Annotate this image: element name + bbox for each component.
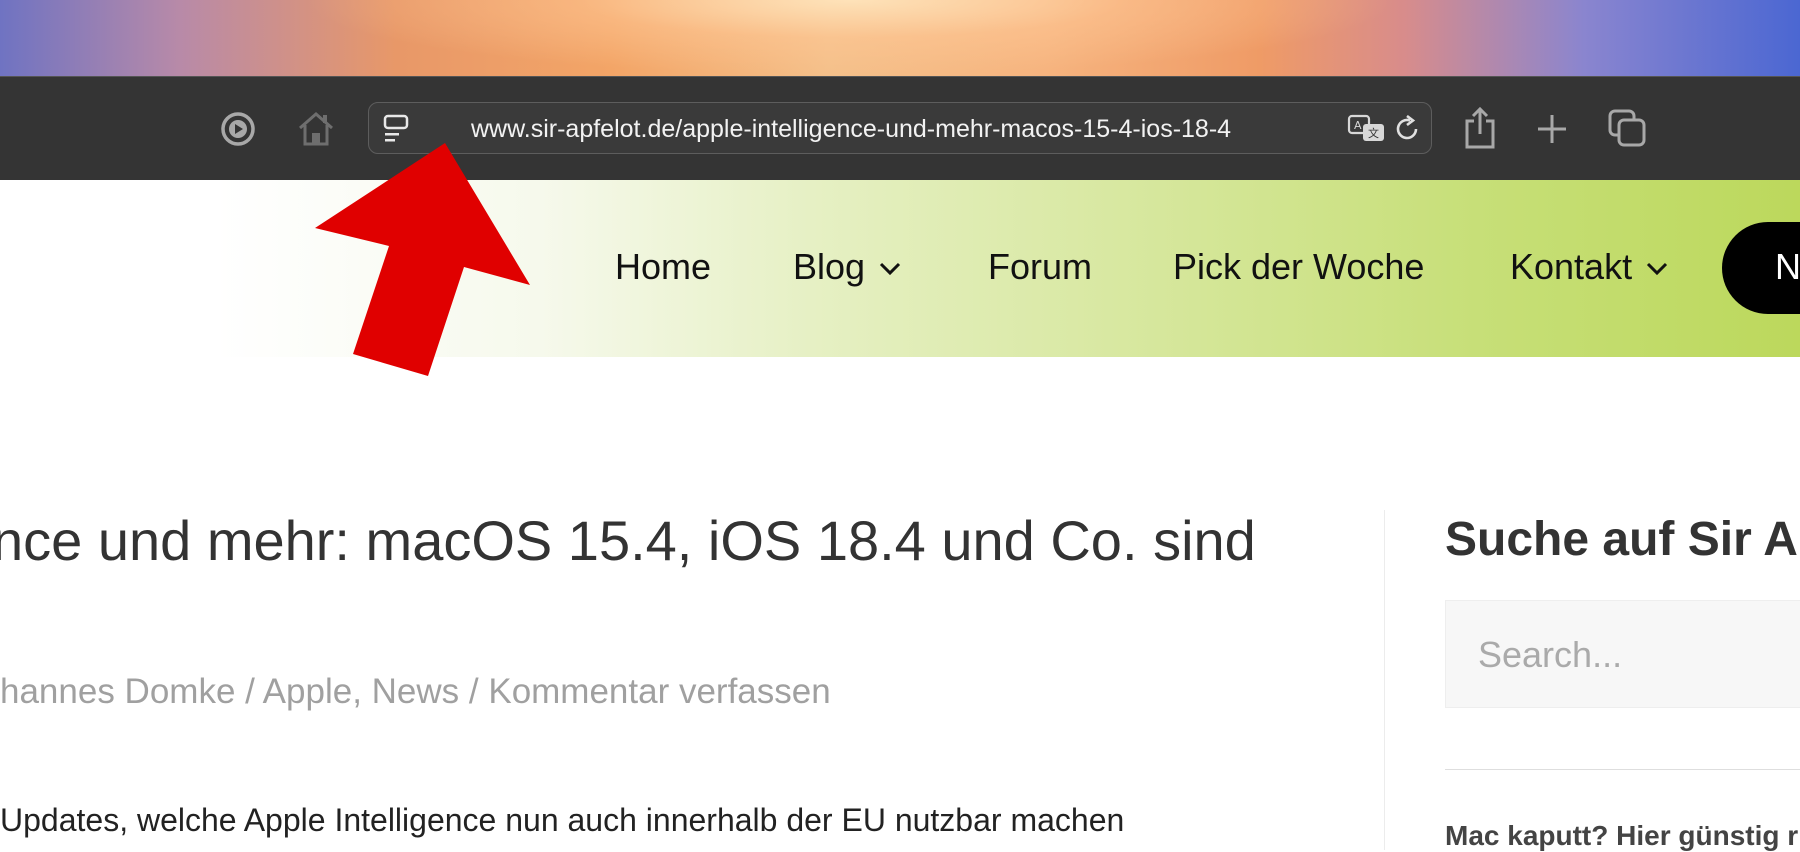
url-text: www.sir-apfelot.de/apple-intelligence-un… bbox=[471, 115, 1232, 143]
reload-icon[interactable] bbox=[1391, 113, 1423, 145]
nav-blog-label: Blog bbox=[793, 246, 866, 287]
reader-icon[interactable] bbox=[381, 113, 411, 143]
tabs-overview-icon[interactable] bbox=[1606, 107, 1648, 149]
category-links[interactable]: Apple, News bbox=[263, 672, 459, 711]
chevron-down-icon bbox=[880, 263, 901, 276]
nav-forum[interactable]: Forum bbox=[988, 246, 1092, 288]
share-icon[interactable] bbox=[1460, 105, 1500, 151]
comment-link[interactable]: Kommentar verfassen bbox=[488, 672, 830, 711]
sidebar-promo-link[interactable]: Mac kaputt? Hier günstig r bbox=[1445, 820, 1798, 852]
article-meta: hannes Domke / Apple, News / Kommentar v… bbox=[0, 672, 831, 712]
record-icon[interactable] bbox=[218, 109, 258, 149]
nav-pick-der-woche[interactable]: Pick der Woche bbox=[1173, 246, 1424, 288]
home-icon[interactable] bbox=[294, 107, 338, 151]
chevron-down-icon bbox=[1647, 263, 1668, 276]
article-title: nce und mehr: macOS 15.4, iOS 18.4 und C… bbox=[0, 509, 1256, 572]
content-divider bbox=[1384, 510, 1385, 850]
browser-toolbar: www.sir-apfelot.de/apple-intelligence-un… bbox=[0, 76, 1800, 180]
address-bar[interactable]: www.sir-apfelot.de/apple-intelligence-un… bbox=[368, 102, 1432, 154]
nav-forum-label: Forum bbox=[988, 246, 1093, 287]
author-link[interactable]: hannes Domke bbox=[0, 672, 235, 711]
translate-icon[interactable]: A文 bbox=[1347, 113, 1387, 145]
nav-blog[interactable]: Blog bbox=[793, 246, 901, 288]
newsletter-button-label: N bbox=[1775, 246, 1800, 287]
new-tab-icon[interactable] bbox=[1532, 109, 1572, 149]
desktop-wallpaper bbox=[0, 0, 1800, 76]
nav-kontakt[interactable]: Kontakt bbox=[1510, 246, 1668, 288]
wallpaper-highlight bbox=[300, 0, 1400, 76]
newsletter-button[interactable]: N bbox=[1722, 222, 1800, 314]
sidebar-search-title: Suche auf Sir A bbox=[1445, 513, 1798, 566]
article-body: Updates, welche Apple Intelligence nun a… bbox=[0, 802, 1125, 838]
nav-home-label: Home bbox=[615, 246, 712, 287]
meta-separator: / bbox=[459, 672, 489, 711]
nav-pick-label: Pick der Woche bbox=[1173, 246, 1425, 287]
site-header: Home Blog Forum Pick der Woche Kontakt N bbox=[0, 180, 1800, 357]
svg-text:A: A bbox=[1354, 119, 1362, 132]
search-input[interactable] bbox=[1476, 633, 1800, 677]
sidebar-search-box[interactable] bbox=[1445, 600, 1800, 708]
meta-separator: / bbox=[235, 672, 263, 711]
nav-home[interactable]: Home bbox=[615, 246, 711, 288]
nav-kontakt-label: Kontakt bbox=[1510, 246, 1633, 287]
sidebar-divider bbox=[1445, 769, 1800, 770]
svg-text:文: 文 bbox=[1368, 126, 1379, 140]
